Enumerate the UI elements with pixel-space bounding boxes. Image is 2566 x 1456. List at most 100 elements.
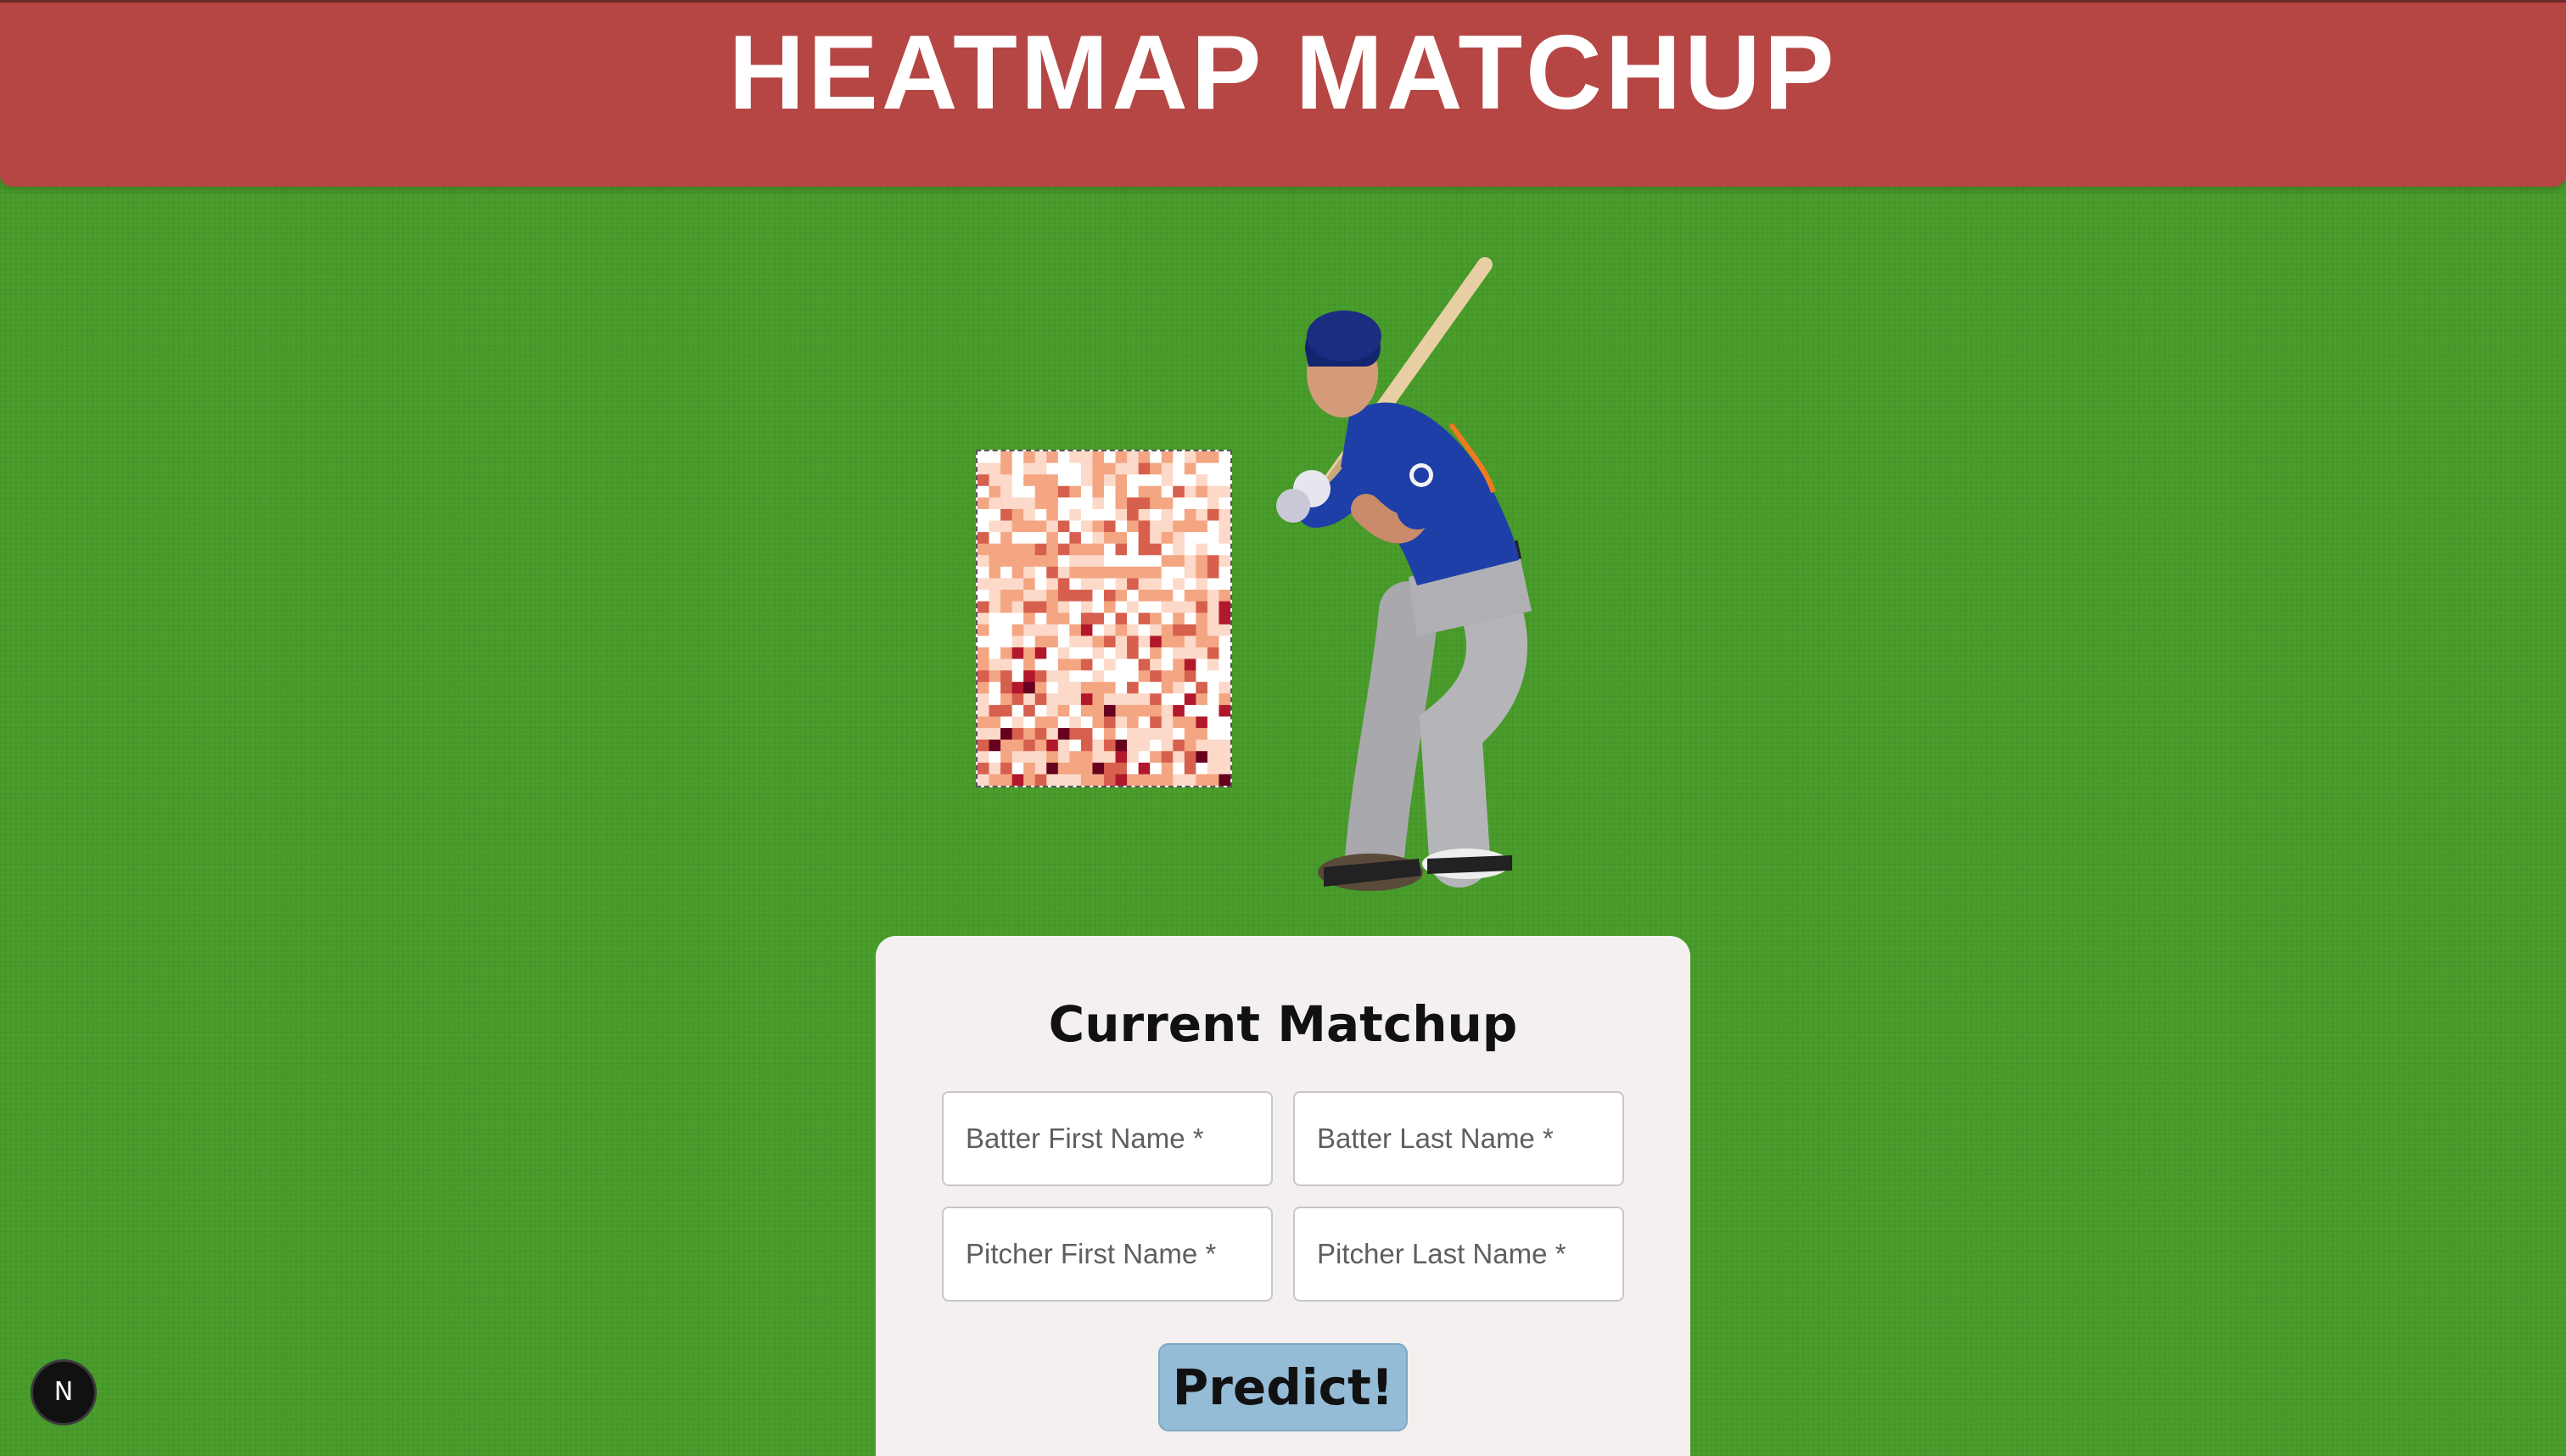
heatmap-cell <box>1150 739 1163 752</box>
batter-first-name-input[interactable] <box>942 1091 1273 1186</box>
heatmap-cell <box>1069 670 1082 683</box>
page-title: HEATMAP MATCHUP <box>728 14 1838 132</box>
heatmap-cell <box>1104 658 1117 671</box>
heatmap-cell <box>1023 578 1036 591</box>
heatmap-cell <box>1034 624 1047 636</box>
heatmap-cell <box>1173 601 1185 613</box>
heatmap-cell <box>1161 462 1174 475</box>
heatmap-cell <box>1092 624 1105 636</box>
heatmap-cell <box>1219 647 1230 660</box>
heatmap-cell <box>1034 451 1047 464</box>
heatmap-cell <box>1115 716 1128 729</box>
heatmap-cell <box>1092 590 1105 602</box>
heatmap-cell <box>1069 520 1082 533</box>
heatmap-cell <box>1046 681 1059 694</box>
heatmap-cell <box>1150 751 1163 764</box>
heatmap-cell <box>1150 601 1163 613</box>
heatmap-cell <box>1104 774 1117 786</box>
heatmap-cell <box>1138 508 1151 522</box>
heatmap-cell <box>1207 670 1219 683</box>
pitcher-last-name-input[interactable] <box>1293 1207 1624 1302</box>
heatmap-cell <box>1115 474 1128 487</box>
heatmap-cell <box>1219 636 1230 648</box>
app-header: HEATMAP MATCHUP <box>0 0 2566 187</box>
heatmap-cell <box>978 485 990 498</box>
heatmap-cell <box>1092 693 1105 706</box>
heatmap-cell <box>1161 774 1174 786</box>
heatmap-cell <box>989 474 1001 487</box>
batter-last-name-input[interactable] <box>1293 1091 1624 1186</box>
heatmap-cell <box>1011 532 1024 545</box>
heatmap-cell <box>1023 704 1036 717</box>
heatmap-cell <box>1000 578 1013 591</box>
heatmap-cell <box>1115 647 1128 660</box>
heatmap-cell <box>1057 485 1070 498</box>
heatmap-cell <box>1138 520 1151 533</box>
heatmap-cell <box>1127 728 1140 741</box>
heatmap-cell <box>1138 543 1151 556</box>
heatmap-cell <box>1069 590 1082 602</box>
heatmap-cell <box>1173 636 1185 648</box>
heatmap-cell <box>1046 670 1059 683</box>
heatmap-cell <box>978 636 990 648</box>
heatmap-cell <box>1127 578 1140 591</box>
heatmap-cell <box>1138 497 1151 510</box>
heatmap-cell <box>1000 751 1013 764</box>
heatmap-cell <box>1138 451 1151 464</box>
heatmap-cell <box>1104 474 1117 487</box>
heatmap-cell <box>1104 451 1117 464</box>
heatmap-cell <box>1161 751 1174 764</box>
heatmap-cell <box>1034 543 1047 556</box>
heatmap-cell <box>1161 693 1174 706</box>
heatmap-cell <box>1104 590 1117 602</box>
heatmap-cell <box>1069 578 1082 591</box>
heatmap-cell <box>1011 555 1024 568</box>
heatmap-cell <box>978 681 990 694</box>
predict-button[interactable]: Predict! <box>1158 1343 1408 1431</box>
dev-tools-badge[interactable]: N <box>31 1359 97 1425</box>
heatmap-cell <box>1034 636 1047 648</box>
heatmap-cell <box>1196 647 1208 660</box>
heatmap-cell <box>989 751 1001 764</box>
heatmap-cell <box>1207 774 1219 786</box>
heatmap-cell <box>1207 636 1219 648</box>
heatmap-cell <box>1080 590 1093 602</box>
heatmap-cell <box>1161 647 1174 660</box>
heatmap-cell <box>1069 532 1082 545</box>
heatmap-cell <box>1000 658 1013 671</box>
heatmap-cell <box>1034 555 1047 568</box>
heatmap-cell <box>1011 474 1024 487</box>
heatmap-cell <box>1127 590 1140 602</box>
heatmap-cell <box>1034 693 1047 706</box>
heatmap-cell <box>1150 590 1163 602</box>
heatmap-cell <box>1011 681 1024 694</box>
heatmap-cell <box>1046 624 1059 636</box>
heatmap-cell <box>1138 716 1151 729</box>
heatmap-cell <box>1207 693 1219 706</box>
pitcher-first-name-input[interactable] <box>942 1207 1273 1302</box>
matchup-card: Current Matchup Predict! <box>876 936 1690 1456</box>
heatmap-cell <box>1161 578 1174 591</box>
heatmap-cell <box>1161 590 1174 602</box>
heatmap-cell <box>1138 474 1151 487</box>
heatmap-cell <box>1207 658 1219 671</box>
heatmap-cell <box>1069 624 1082 636</box>
heatmap-cell <box>1057 658 1070 671</box>
heatmap-cell <box>1034 751 1047 764</box>
heatmap-cell <box>1184 520 1196 533</box>
heatmap-cell <box>1046 647 1059 660</box>
heatmap-cell <box>1207 578 1219 591</box>
heatmap-cell <box>1173 485 1185 498</box>
heatmap-cell <box>1173 716 1185 729</box>
heatmap-cell <box>1023 751 1036 764</box>
heatmap-cell <box>1011 624 1024 636</box>
heatmap-cell <box>1000 681 1013 694</box>
heatmap-cell <box>1023 647 1036 660</box>
heatmap-cell <box>1219 774 1230 786</box>
heatmap-cell <box>1196 590 1208 602</box>
heatmap-cell <box>1173 462 1185 475</box>
heatmap-canvas <box>978 451 1230 786</box>
heatmap-cell <box>1104 555 1117 568</box>
heatmap-cell <box>1184 508 1196 522</box>
heatmap-cell <box>1080 462 1093 475</box>
